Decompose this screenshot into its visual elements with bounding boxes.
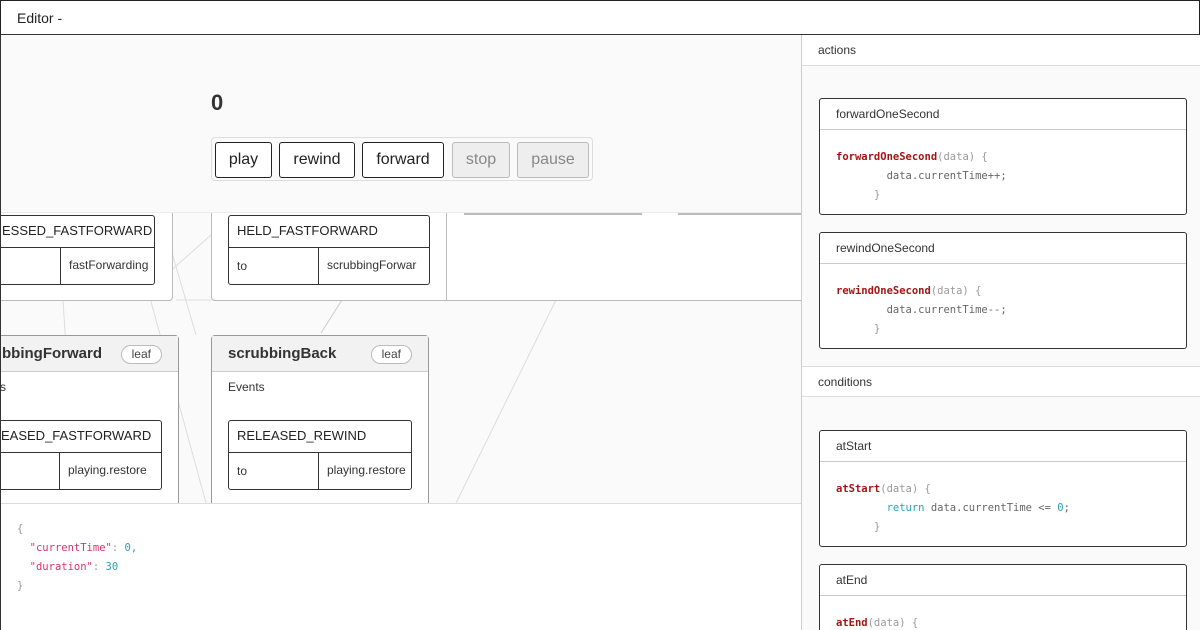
state-name: bbingForward bbox=[2, 345, 102, 362]
play-button[interactable]: play bbox=[215, 142, 272, 178]
function-body: data.currentTime--; bbox=[886, 304, 1007, 316]
semicolon: ; bbox=[1063, 502, 1070, 514]
events-label: Events bbox=[228, 380, 265, 394]
code-block: rewindOneSecond(data) { data.currentTime… bbox=[820, 264, 1186, 339]
code-block: atStart(data) { return data.currentTime … bbox=[820, 462, 1186, 537]
forward-button[interactable]: forward bbox=[362, 142, 444, 178]
function-signature: (data) { bbox=[937, 151, 988, 163]
function-name: rewindOneSecond bbox=[836, 285, 931, 297]
stop-button[interactable]: stop bbox=[452, 142, 510, 178]
event-released-fastforward-top[interactable]: ESSED_FASTFORWARD fastForwarding bbox=[1, 215, 155, 285]
event-released-fastforward[interactable]: EASED_FASTFORWARD playing.restore bbox=[1, 420, 162, 490]
actions-label: actions bbox=[818, 43, 857, 57]
code-block: atEnd(data) { bbox=[820, 596, 1186, 630]
statechart-canvas[interactable]: ESSED_FASTFORWARD fastForwarding HELD_FA… bbox=[0, 35, 801, 630]
event-target: playing.restore bbox=[318, 453, 411, 489]
json-value: 30 bbox=[105, 561, 119, 573]
card-title: atEnd bbox=[836, 573, 868, 587]
pause-button[interactable]: pause bbox=[517, 142, 589, 178]
event-name: ESSED_FASTFORWARD bbox=[1, 216, 154, 248]
player-panel: 0 play rewind forward stop pause bbox=[1, 35, 801, 213]
json-value: 0, bbox=[124, 542, 138, 554]
condition-card-atend[interactable]: atEnd atEnd(data) { bbox=[819, 564, 1187, 630]
window-title: Editor - bbox=[17, 10, 63, 26]
transition-to-label: to bbox=[237, 464, 248, 478]
player-controls: play rewind forward stop pause bbox=[211, 137, 593, 181]
action-card-rewind[interactable]: rewindOneSecond rewindOneSecond(data) { … bbox=[819, 232, 1187, 349]
function-body: data.currentTime <= bbox=[930, 502, 1051, 514]
leaf-badge: leaf bbox=[370, 345, 412, 364]
actions-header: actions bbox=[802, 35, 1200, 66]
sidebar: actions forwardOneSecond forwardOneSecon… bbox=[801, 35, 1200, 630]
json-key: "duration" bbox=[29, 561, 93, 573]
function-end: } bbox=[873, 323, 881, 335]
function-name: atStart bbox=[836, 483, 881, 495]
json-open-brace: { bbox=[17, 523, 24, 535]
card-title: rewindOneSecond bbox=[836, 241, 935, 255]
event-target: fastForwarding bbox=[60, 248, 154, 284]
card-title: atStart bbox=[836, 439, 872, 453]
code-block: forwardOneSecond(data) { data.currentTim… bbox=[820, 130, 1186, 205]
function-signature: (data) { bbox=[930, 285, 982, 297]
leaf-badge: leaf bbox=[120, 345, 162, 364]
state-name: scrubbingBack bbox=[228, 345, 337, 362]
event-name: HELD_FASTFORWARD bbox=[229, 216, 429, 248]
rewind-button[interactable]: rewind bbox=[279, 142, 355, 178]
function-signature: (data) { bbox=[880, 483, 931, 495]
card-title: forwardOneSecond bbox=[836, 107, 940, 121]
event-released-rewind[interactable]: RELEASED_REWIND to playing.restore bbox=[228, 420, 412, 490]
function-signature: (data) { bbox=[867, 617, 919, 629]
return-keyword: return bbox=[886, 502, 925, 514]
event-held-fastforward[interactable]: HELD_FASTFORWARD to scrubbingForwar bbox=[228, 215, 430, 285]
function-end: } bbox=[873, 521, 881, 533]
condition-card-atstart[interactable]: atStart atStart(data) { return data.curr… bbox=[819, 430, 1187, 547]
function-name: atEnd bbox=[836, 617, 868, 629]
event-target: playing.restore bbox=[59, 453, 161, 489]
action-card-forward[interactable]: forwardOneSecond forwardOneSecond(data) … bbox=[819, 98, 1187, 215]
event-name: RELEASED_REWIND bbox=[229, 421, 411, 453]
event-name: EASED_FASTFORWARD bbox=[1, 421, 161, 453]
function-body: data.currentTime++; bbox=[886, 170, 1007, 182]
function-name: forwardOneSecond bbox=[836, 151, 938, 163]
conditions-label: conditions bbox=[818, 375, 873, 389]
title-bar: Editor - bbox=[0, 0, 1200, 35]
json-code: { "currentTime": 0, "duration": 30 } bbox=[17, 523, 138, 592]
function-end: } bbox=[873, 189, 881, 201]
data-json-view: { "currentTime": 0, "duration": 30 } bbox=[1, 503, 801, 630]
event-target: scrubbingForwar bbox=[318, 248, 429, 284]
conditions-header: conditions bbox=[802, 366, 1200, 397]
json-close-brace: } bbox=[17, 580, 24, 592]
events-label: s bbox=[0, 380, 6, 394]
transition-to-label: to bbox=[237, 259, 248, 273]
time-counter: 0 bbox=[211, 90, 224, 115]
json-key: "currentTime" bbox=[29, 542, 112, 554]
